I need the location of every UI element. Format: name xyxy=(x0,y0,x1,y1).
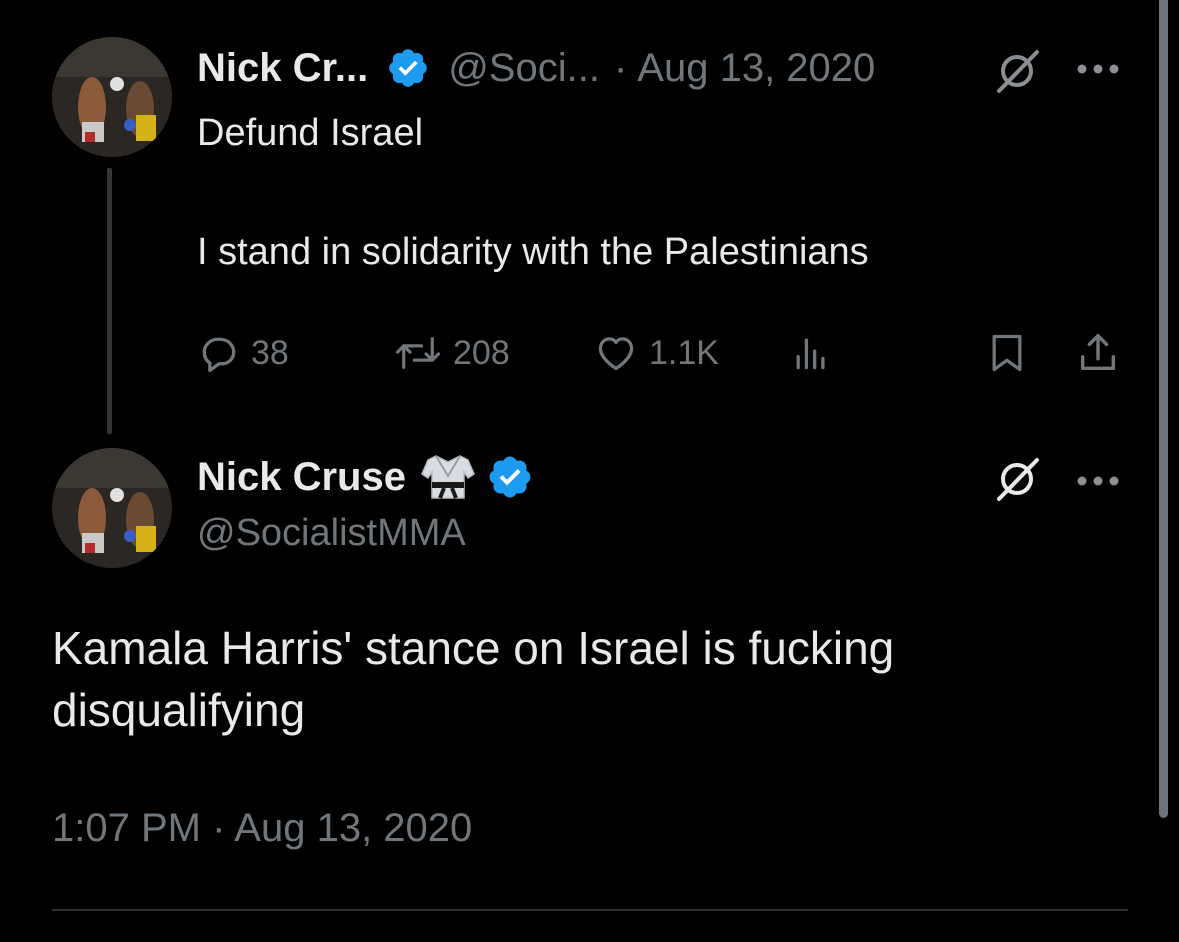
reply-button[interactable]: 38 xyxy=(197,325,289,381)
tweet-date[interactable]: Aug 13, 2020 xyxy=(637,46,875,91)
handle[interactable]: @SocialistMMA xyxy=(197,512,466,555)
share-button[interactable] xyxy=(1075,325,1121,381)
handle[interactable]: @Soci... xyxy=(448,46,600,91)
share-icon xyxy=(1080,334,1116,371)
more-icon[interactable] xyxy=(1074,54,1122,84)
grok-icon[interactable] xyxy=(990,452,1044,506)
more-icon[interactable] xyxy=(1074,466,1122,496)
thread-connector-line xyxy=(107,168,112,434)
like-count: 1.1K xyxy=(649,333,719,372)
main-tweet-text: Kamala Harris' stance on Israel is fucki… xyxy=(52,622,895,736)
divider xyxy=(52,909,1128,911)
verified-badge-icon[interactable] xyxy=(486,453,534,501)
grok-icon[interactable] xyxy=(990,44,1044,98)
tweet-thread-view: Nick Cr... @Soci... · Aug 13, 2020 Defun… xyxy=(0,0,1179,942)
repost-button[interactable]: 208 xyxy=(393,325,510,381)
views-icon xyxy=(796,338,825,370)
display-name[interactable]: Nick Cruse xyxy=(197,455,406,500)
bookmark-icon xyxy=(992,334,1022,372)
display-name[interactable]: Nick Cr... xyxy=(197,46,368,91)
separator: · xyxy=(613,45,628,90)
reply-tweet-text-line1: Defund Israel xyxy=(197,112,424,154)
like-icon xyxy=(598,337,634,371)
reply-icon xyxy=(202,337,236,373)
avatar[interactable] xyxy=(52,448,172,568)
views-button[interactable] xyxy=(789,325,833,381)
reply-count: 38 xyxy=(251,333,289,372)
repost-icon xyxy=(395,337,441,369)
reply-tweet-text-line2: I stand in solidarity with the Palestini… xyxy=(197,231,869,273)
main-tweet-name-row: Nick Cruse xyxy=(197,452,534,502)
avatar[interactable] xyxy=(52,37,172,157)
gi-emoji-icon xyxy=(420,452,476,502)
verified-badge-icon[interactable] xyxy=(386,46,430,90)
tweet-timestamp[interactable]: 1:07 PM · Aug 13, 2020 xyxy=(52,806,472,851)
reply-tweet-header: Nick Cr... @Soci... · Aug 13, 2020 xyxy=(197,40,875,96)
like-button[interactable]: 1.1K xyxy=(593,325,719,381)
bookmark-button[interactable] xyxy=(985,325,1029,381)
repost-count: 208 xyxy=(453,333,510,372)
scrollbar[interactable] xyxy=(1159,0,1168,818)
